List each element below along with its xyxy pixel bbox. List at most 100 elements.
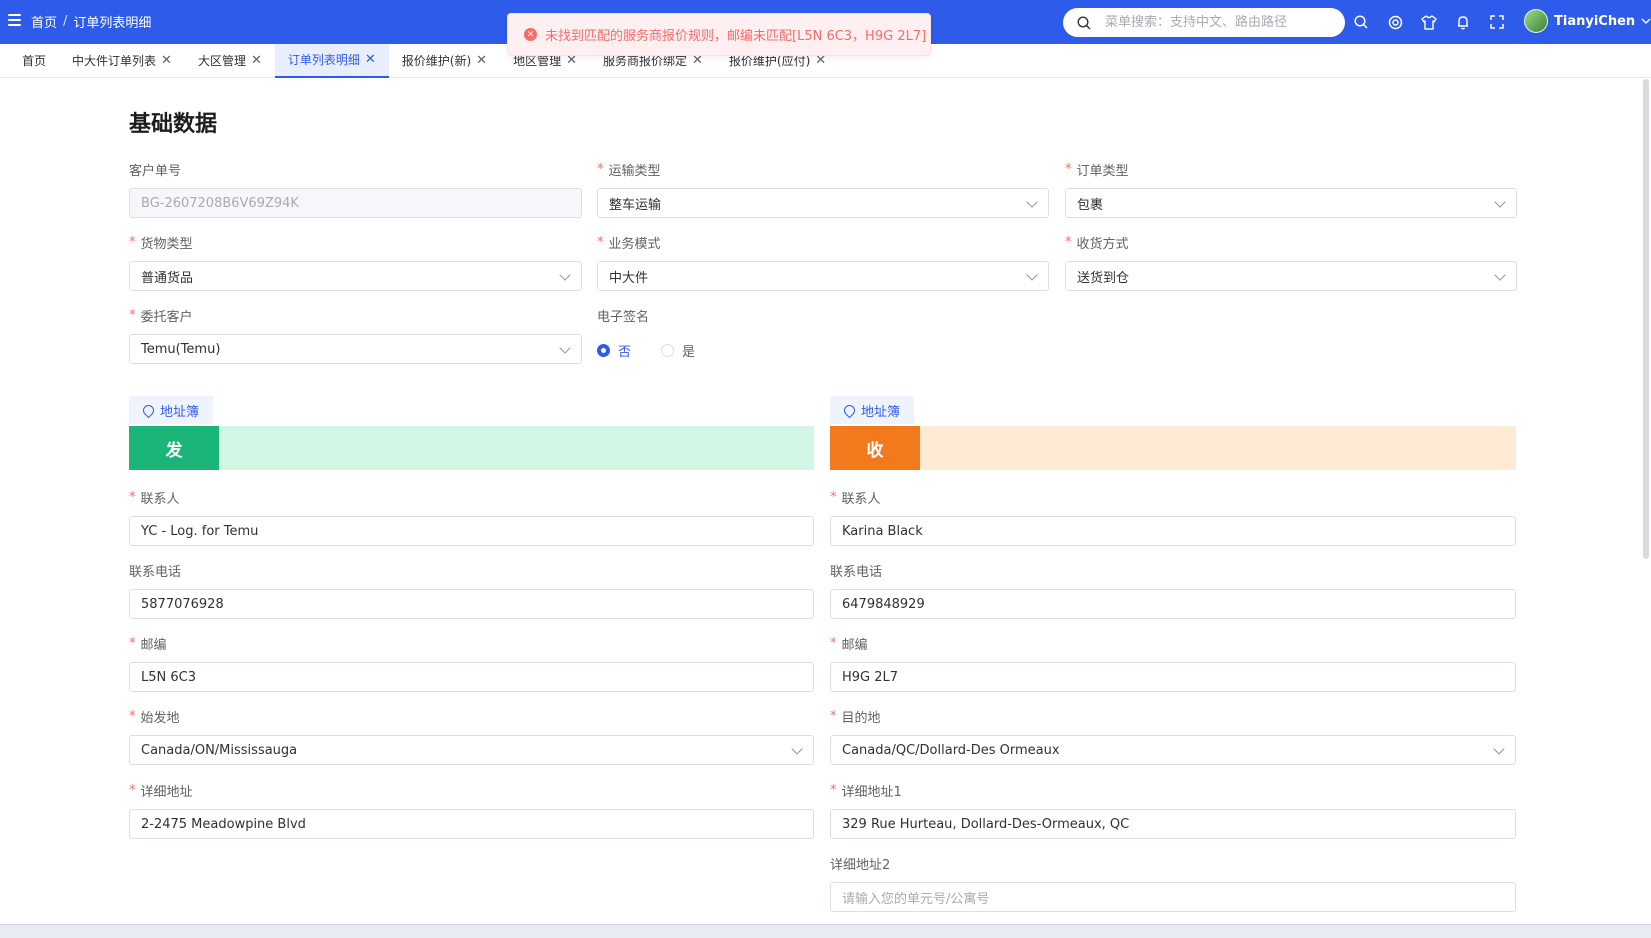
field-label: * 运输类型	[597, 161, 661, 179]
field-label: 详细地址2	[830, 857, 891, 873]
close-icon[interactable]: ✕	[161, 53, 172, 68]
receiver-address2-input[interactable]: 请输入您的单元号/公寓号	[830, 882, 1516, 912]
tab-order-detail[interactable]: 订单列表明细 ✕	[274, 43, 389, 78]
tab-label: 首页	[22, 54, 47, 68]
theme-shirt-icon[interactable]	[1420, 13, 1438, 31]
chevron-down-icon	[1494, 269, 1506, 281]
bottom-strip	[0, 924, 1651, 938]
client-field: * 委托客户 Temu(Temu)	[129, 305, 582, 364]
sender-postcode-field: * 邮编 L5N 6C3	[129, 633, 814, 692]
field-label: * 收货方式	[1065, 234, 1129, 252]
tab-label: 报价维护(新)	[401, 54, 472, 68]
fullscreen-icon[interactable]	[1488, 13, 1506, 31]
sender-phone-input[interactable]: 5877076928	[129, 589, 814, 619]
esign-field: 电子签名 否 是	[597, 305, 1049, 365]
avatar	[1524, 9, 1548, 33]
location-pin-icon	[140, 402, 157, 418]
notification-bell-icon[interactable]	[1454, 13, 1472, 31]
order-type-field: * 订单类型 包裹	[1065, 159, 1517, 218]
receiver-phone-input[interactable]: 6479848929	[830, 589, 1516, 619]
receiver-address-book-button[interactable]: 地址簿	[830, 396, 915, 424]
receive-method-select[interactable]: 送货到仓	[1065, 261, 1517, 291]
chevron-down-icon	[1493, 743, 1505, 755]
receive-method-field: * 收货方式 送货到仓	[1065, 232, 1517, 291]
field-label: * 邮编	[830, 635, 868, 653]
sender-address-field: * 详细地址 2-2475 Meadowpine Blvd	[129, 780, 814, 839]
menu-search-input[interactable]	[1105, 15, 1325, 30]
sender-origin-cascader[interactable]: Canada/ON/Mississauga	[129, 735, 814, 765]
tab-quote-maintenance-new[interactable]: 报价维护(新) ✕	[389, 44, 500, 78]
sender-postcode-input[interactable]: L5N 6C3	[129, 662, 814, 692]
receiver-address2-field: 详细地址2 请输入您的单元号/公寓号	[830, 853, 1516, 912]
transport-type-field: * 运输类型 整车运输	[597, 159, 1049, 218]
esign-radio-no[interactable]: 否	[597, 341, 631, 360]
field-label: 联系电话	[129, 564, 182, 580]
business-mode-field: * 业务模式 中大件	[597, 232, 1049, 291]
field-label: * 详细地址	[129, 782, 193, 800]
sender-address-input[interactable]: 2-2475 Meadowpine Blvd	[129, 809, 814, 839]
tab-label: 中大件订单列表	[72, 54, 157, 68]
close-icon[interactable]: ✕	[251, 53, 262, 68]
tab-home[interactable]: 首页	[9, 44, 59, 78]
field-label: 电子签名	[597, 309, 650, 325]
chevron-down-icon	[1494, 196, 1506, 208]
receiver-phone-field: 联系电话 6479848929	[830, 560, 1516, 619]
vertical-scrollbar[interactable]	[1643, 79, 1649, 559]
field-label: * 始发地	[129, 708, 180, 726]
field-label: * 联系人	[129, 489, 180, 507]
chevron-down-icon	[791, 743, 803, 755]
close-icon[interactable]: ✕	[476, 53, 487, 68]
breadcrumb-separator: /	[63, 14, 68, 29]
field-label: * 邮编	[129, 635, 167, 653]
search-icon	[1077, 15, 1091, 29]
receiver-contact-input[interactable]: Karina Black	[830, 516, 1516, 546]
field-label: * 目的地	[830, 708, 881, 726]
hamburger-menu-icon[interactable]	[8, 14, 21, 26]
field-label: * 业务模式	[597, 234, 661, 252]
transport-type-select[interactable]: 整车运输	[597, 188, 1049, 218]
business-mode-select[interactable]: 中大件	[597, 261, 1049, 291]
sender-address-book-button[interactable]: 地址簿	[129, 396, 214, 424]
error-icon: ✕	[524, 28, 537, 41]
language-icon[interactable]	[1386, 13, 1404, 31]
chevron-down-icon	[559, 269, 571, 281]
receiver-postcode-input[interactable]: H9G 2L7	[830, 662, 1516, 692]
receiver-contact-field: * 联系人 Karina Black	[830, 487, 1516, 546]
tab-region-management[interactable]: 大区管理 ✕	[185, 44, 275, 78]
breadcrumb-current: 订单列表明细	[73, 16, 152, 31]
chevron-down-icon	[1026, 196, 1038, 208]
breadcrumb-home[interactable]: 首页	[31, 12, 57, 31]
cargo-type-select[interactable]: 普通货品	[129, 261, 582, 291]
search-icon[interactable]	[1352, 13, 1370, 31]
field-label: 联系电话	[830, 564, 883, 580]
esign-radio-group: 否 是	[597, 335, 1049, 365]
receiver-address1-field: * 详细地址1 329 Rue Hurteau, Dollard-Des-Orme…	[830, 780, 1516, 839]
menu-search-box[interactable]	[1063, 8, 1345, 37]
toast-message: 未找到匹配的服务商报价规则，邮编未匹配[L5N 6C3，H9G 2L7]	[545, 29, 927, 44]
field-label: * 委托客户	[129, 307, 193, 325]
field-label: * 联系人	[830, 489, 881, 507]
esign-radio-yes[interactable]: 是	[661, 341, 695, 360]
receiver-destination-field: * 目的地 Canada/QC/Dollard-Des Ormeaux	[830, 706, 1516, 765]
order-detail-form: 基础数据 客户单号 BG-2607208B6V69Z94K * 运输类型 整车运输…	[0, 79, 1651, 924]
sender-origin-field: * 始发地 Canada/ON/Mississauga	[129, 706, 814, 765]
close-icon[interactable]: ✕	[365, 52, 376, 67]
user-name: TianyiChen	[1554, 13, 1636, 29]
receiver-postcode-field: * 邮编 H9G 2L7	[830, 633, 1516, 692]
field-label: 客户单号	[129, 163, 182, 179]
cargo-type-field: * 货物类型 普通货品	[129, 232, 582, 291]
customer-no-field: 客户单号 BG-2607208B6V69Z94K	[129, 159, 582, 218]
sender-badge: 发	[129, 426, 219, 470]
field-label: * 详细地址1	[830, 782, 902, 800]
tab-large-item-order-list[interactable]: 中大件订单列表 ✕	[59, 44, 185, 78]
sender-contact-input[interactable]: YC - Log. for Temu	[129, 516, 814, 546]
receiver-address1-input[interactable]: 329 Rue Hurteau, Dollard-Des-Ormeaux, QC	[830, 809, 1516, 839]
order-type-select[interactable]: 包裹	[1065, 188, 1517, 218]
header-toolbar	[1352, 0, 1506, 44]
user-menu[interactable]: TianyiChen	[1524, 9, 1651, 33]
client-select[interactable]: Temu(Temu)	[129, 334, 582, 364]
sender-contact-field: * 联系人 YC - Log. for Temu	[129, 487, 814, 546]
receiver-destination-cascader[interactable]: Canada/QC/Dollard-Des Ormeaux	[830, 735, 1516, 765]
radio-dot	[661, 343, 675, 357]
sender-bar	[219, 426, 814, 470]
